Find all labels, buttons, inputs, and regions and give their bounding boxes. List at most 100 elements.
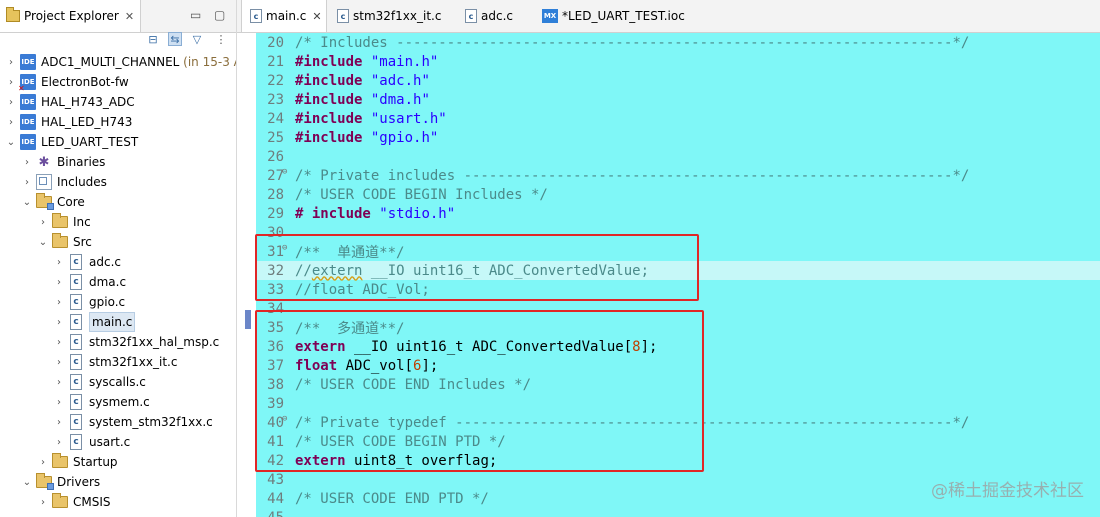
explorer-tab-bar: Project Explorer ✕ ▭ ▢ [0, 0, 236, 33]
chevron-right-icon[interactable]: › [54, 357, 64, 368]
tree-item[interactable]: › IDE HAL_H743_ADC [0, 92, 236, 112]
code-token: "main.h" [370, 53, 439, 70]
tab-stm32f1xx-it-c[interactable]: c stm32f1xx_it.c [337, 0, 441, 32]
chevron-down-icon[interactable]: ⌄ [22, 477, 32, 488]
source-folder-icon [36, 473, 54, 490]
tab-led-uart-test-ioc[interactable]: MX *LED_UART_TEST.ioc [542, 0, 685, 32]
tree-item-label: Drivers [57, 473, 100, 491]
code-token: "adc.h" [370, 72, 430, 89]
tree-item[interactable]: › CMSIS [0, 492, 236, 512]
chevron-right-icon[interactable]: › [54, 257, 64, 268]
tree-item[interactable]: ⌄ Core [0, 192, 236, 212]
chevron-right-icon[interactable]: › [54, 297, 64, 308]
tree-item[interactable]: › IDE ADC1_MULTI_CHANNEL (in 15-3 A [0, 52, 236, 72]
code-line[interactable]: 28 /* USER CODE BEGIN Includes */ [256, 185, 1100, 204]
code-text: #include "gpio.h" [295, 130, 438, 146]
view-menu-icon[interactable]: ⋮ [214, 32, 228, 46]
code-area[interactable]: 20 /* Includes --------------------------… [237, 33, 1100, 517]
close-icon[interactable]: ✕ [312, 10, 321, 23]
chevron-right-icon[interactable]: › [54, 437, 64, 448]
line-number: 26 [267, 148, 284, 165]
tree-item[interactable]: › c sysmem.c [0, 392, 236, 412]
code-line[interactable]: 21 #include "main.h" [256, 52, 1100, 71]
tree-item[interactable]: › Startup [0, 452, 236, 472]
code-line[interactable]: 29 # include "stdio.h" [256, 204, 1100, 223]
tree-item[interactable]: › c adc.c [0, 252, 236, 272]
tree-item[interactable]: ⌄ IDE LED_UART_TEST [0, 132, 236, 152]
tree-item-text: Drivers [57, 475, 101, 489]
minimize-icon[interactable]: ▭ [190, 8, 201, 22]
chevron-right-icon[interactable]: › [54, 317, 64, 328]
code-line[interactable]: 20 /* Includes --------------------------… [256, 33, 1100, 52]
tree-item-text: CMSIS [73, 495, 111, 509]
tab-adc-c[interactable]: c adc.c [465, 0, 513, 32]
chevron-right-icon[interactable]: › [54, 417, 64, 428]
code-line[interactable]: 25 #include "gpio.h" [256, 128, 1100, 147]
chevron-down-icon[interactable]: ⌄ [38, 237, 48, 248]
tree-item-label: HAL_H743_ADC [41, 93, 135, 111]
collapse-all-icon[interactable]: ⊟ [146, 32, 160, 46]
maximize-icon[interactable]: ▢ [214, 8, 225, 22]
tree-item[interactable]: › c stm32f1xx_hal_msp.c [0, 332, 236, 352]
project-explorer-tab[interactable]: Project Explorer ✕ [0, 0, 141, 32]
tree-item[interactable]: › IDE HAL_LED_H743 [0, 112, 236, 132]
tree-item[interactable]: › c stm32f1xx_it.c [0, 352, 236, 372]
chevron-right-icon[interactable]: › [54, 337, 64, 348]
tree-item-label: stm32f1xx_it.c [89, 353, 177, 371]
tree-item[interactable]: › c system_stm32f1xx.c [0, 412, 236, 432]
chevron-right-icon[interactable]: › [6, 117, 16, 128]
line-number: 24 [267, 110, 284, 127]
chevron-right-icon[interactable]: › [38, 457, 48, 468]
filter-icon[interactable]: ▽ [190, 32, 204, 46]
tree-item-label: stm32f1xx_hal_msp.c [89, 333, 219, 351]
chevron-right-icon[interactable]: › [54, 397, 64, 408]
code-line[interactable]: 45 [256, 508, 1100, 517]
tree-item[interactable]: › c gpio.c [0, 292, 236, 312]
chevron-right-icon[interactable]: › [38, 497, 48, 508]
highlight-box-single-channel [255, 234, 699, 301]
tree-item[interactable]: ›IDE ElectronBot-fw [0, 72, 236, 93]
code-text: #include "main.h" [295, 54, 438, 70]
tree-item[interactable]: › c usart.c [0, 432, 236, 452]
chevron-right-icon[interactable]: › [6, 97, 16, 108]
c-file-icon: c [337, 9, 349, 23]
tree-item[interactable]: ⌄ Drivers [0, 472, 236, 492]
tree-item[interactable]: › c main.c [0, 312, 236, 332]
code-token: #include [295, 72, 363, 89]
chevron-right-icon[interactable]: › [38, 217, 48, 228]
tree-item[interactable]: ⌄ Src [0, 232, 236, 252]
tree-item[interactable]: › Inc [0, 212, 236, 232]
code-token: "stdio.h" [379, 205, 456, 222]
code-token: /* USER CODE BEGIN Includes */ [295, 186, 548, 203]
code-line[interactable]: 22 #include "adc.h" [256, 71, 1100, 90]
code-text: #include "dma.h" [295, 92, 430, 108]
fold-toggle-icon[interactable]: ⊖ [282, 167, 287, 177]
marker-ruler [237, 33, 255, 517]
chevron-right-icon[interactable]: › [22, 177, 32, 188]
tree-item-label: Src [73, 233, 92, 251]
tree-item-text: Src [73, 235, 92, 249]
tree-item[interactable]: › Includes [0, 172, 236, 192]
code-line[interactable]: 27 ⊖ /* Private includes -----------------… [256, 166, 1100, 185]
chevron-down-icon[interactable]: ⌄ [6, 137, 16, 148]
code-line[interactable]: 23 #include "dma.h" [256, 90, 1100, 109]
tree-item[interactable]: › c syscalls.c [0, 372, 236, 392]
tree-item-text: stm32f1xx_it.c [89, 355, 178, 369]
tree-item[interactable]: › ✱ Binaries [0, 152, 236, 172]
line-number: 21 [267, 53, 284, 70]
tree-item-label: Startup [73, 453, 118, 471]
chevron-down-icon[interactable]: ⌄ [22, 197, 32, 208]
chevron-right-icon[interactable]: › [6, 57, 16, 68]
tab-main-c[interactable]: c main.c ✕ [241, 0, 327, 32]
chevron-right-icon[interactable]: › [22, 157, 32, 168]
code-line[interactable]: 24 #include "usart.h" [256, 109, 1100, 128]
tree-item[interactable]: › c dma.c [0, 272, 236, 292]
code-line[interactable]: 26 [256, 147, 1100, 166]
chevron-right-icon[interactable]: › [54, 377, 64, 388]
link-editor-icon[interactable]: ⇆ [168, 32, 182, 46]
chevron-right-icon[interactable]: › [54, 277, 64, 288]
line-number: 29 [267, 205, 284, 222]
chevron-right-icon[interactable]: › [6, 77, 16, 88]
close-icon[interactable]: ✕ [125, 10, 134, 23]
